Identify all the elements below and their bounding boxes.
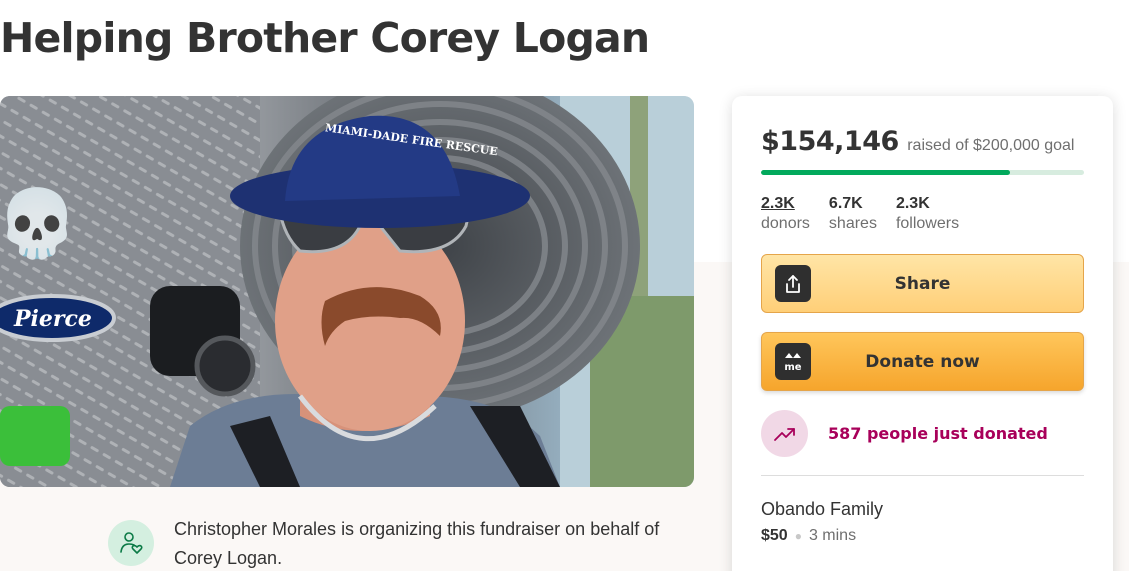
stat-shares-label: shares [828, 215, 877, 232]
stat-shares: 6.7K shares [829, 194, 877, 234]
latest-donor-name: Obando Family [761, 499, 884, 519]
latest-donation-amount: $50 [761, 527, 788, 544]
skull-emoji: 💀 [0, 185, 78, 262]
recent-donations-text: 587 people just donated [828, 424, 1048, 443]
donation-card: $154,146 raised of $200,000 goal 2.3K do… [732, 96, 1113, 571]
raised-goal: raised of $200,000 goal [907, 137, 1075, 154]
progress-bar-fill [761, 170, 1010, 175]
progress-bar [761, 170, 1084, 175]
stat-donors-value[interactable]: 2.3K [761, 194, 810, 214]
share-upload-icon [775, 265, 811, 302]
stat-donors-label: donors [761, 215, 810, 232]
stat-donors[interactable]: 2.3K donors [761, 194, 810, 234]
share-button[interactable]: Share [761, 254, 1084, 313]
donate-now-label: Donate now [865, 351, 980, 372]
campaign-hero-image[interactable]: Pierce MIAMI-DADE FIRE RESCUE 💀 [0, 96, 694, 487]
heart-hand-icon [108, 520, 154, 566]
stat-shares-value: 6.7K [828, 195, 863, 212]
raised-amount: $154,146 [761, 126, 899, 157]
raised-summary: $154,146 raised of $200,000 goal [761, 126, 1074, 157]
stat-followers: 2.3K followers [896, 194, 959, 234]
divider [761, 475, 1084, 476]
share-button-label: Share [894, 273, 951, 294]
gofundme-logo-text: me [784, 362, 801, 373]
latest-donation-meta: $50 ● 3 mins [761, 527, 856, 545]
organizer-text: Christopher Morales is organizing this f… [174, 519, 660, 568]
page-title: Helping Brother Corey Logan [0, 14, 650, 62]
truck-badge-text: Pierce [13, 306, 92, 332]
latest-donation-time: 3 mins [808, 527, 857, 544]
gofundme-logo-icon: me [775, 343, 811, 380]
stat-followers-label: followers [895, 215, 960, 232]
stat-followers-value: 2.3K [895, 195, 930, 212]
separator-dot: ● [794, 529, 802, 543]
trending-up-icon [761, 410, 808, 457]
stats-row: 2.3K donors 6.7K shares 2.3K followers [761, 194, 978, 234]
recent-donations-notice: 587 people just donated [761, 410, 1048, 457]
donate-now-button[interactable]: me Donate now [761, 332, 1084, 391]
hero-photo-illustration: Pierce MIAMI-DADE FIRE RESCUE 💀 [0, 96, 694, 487]
